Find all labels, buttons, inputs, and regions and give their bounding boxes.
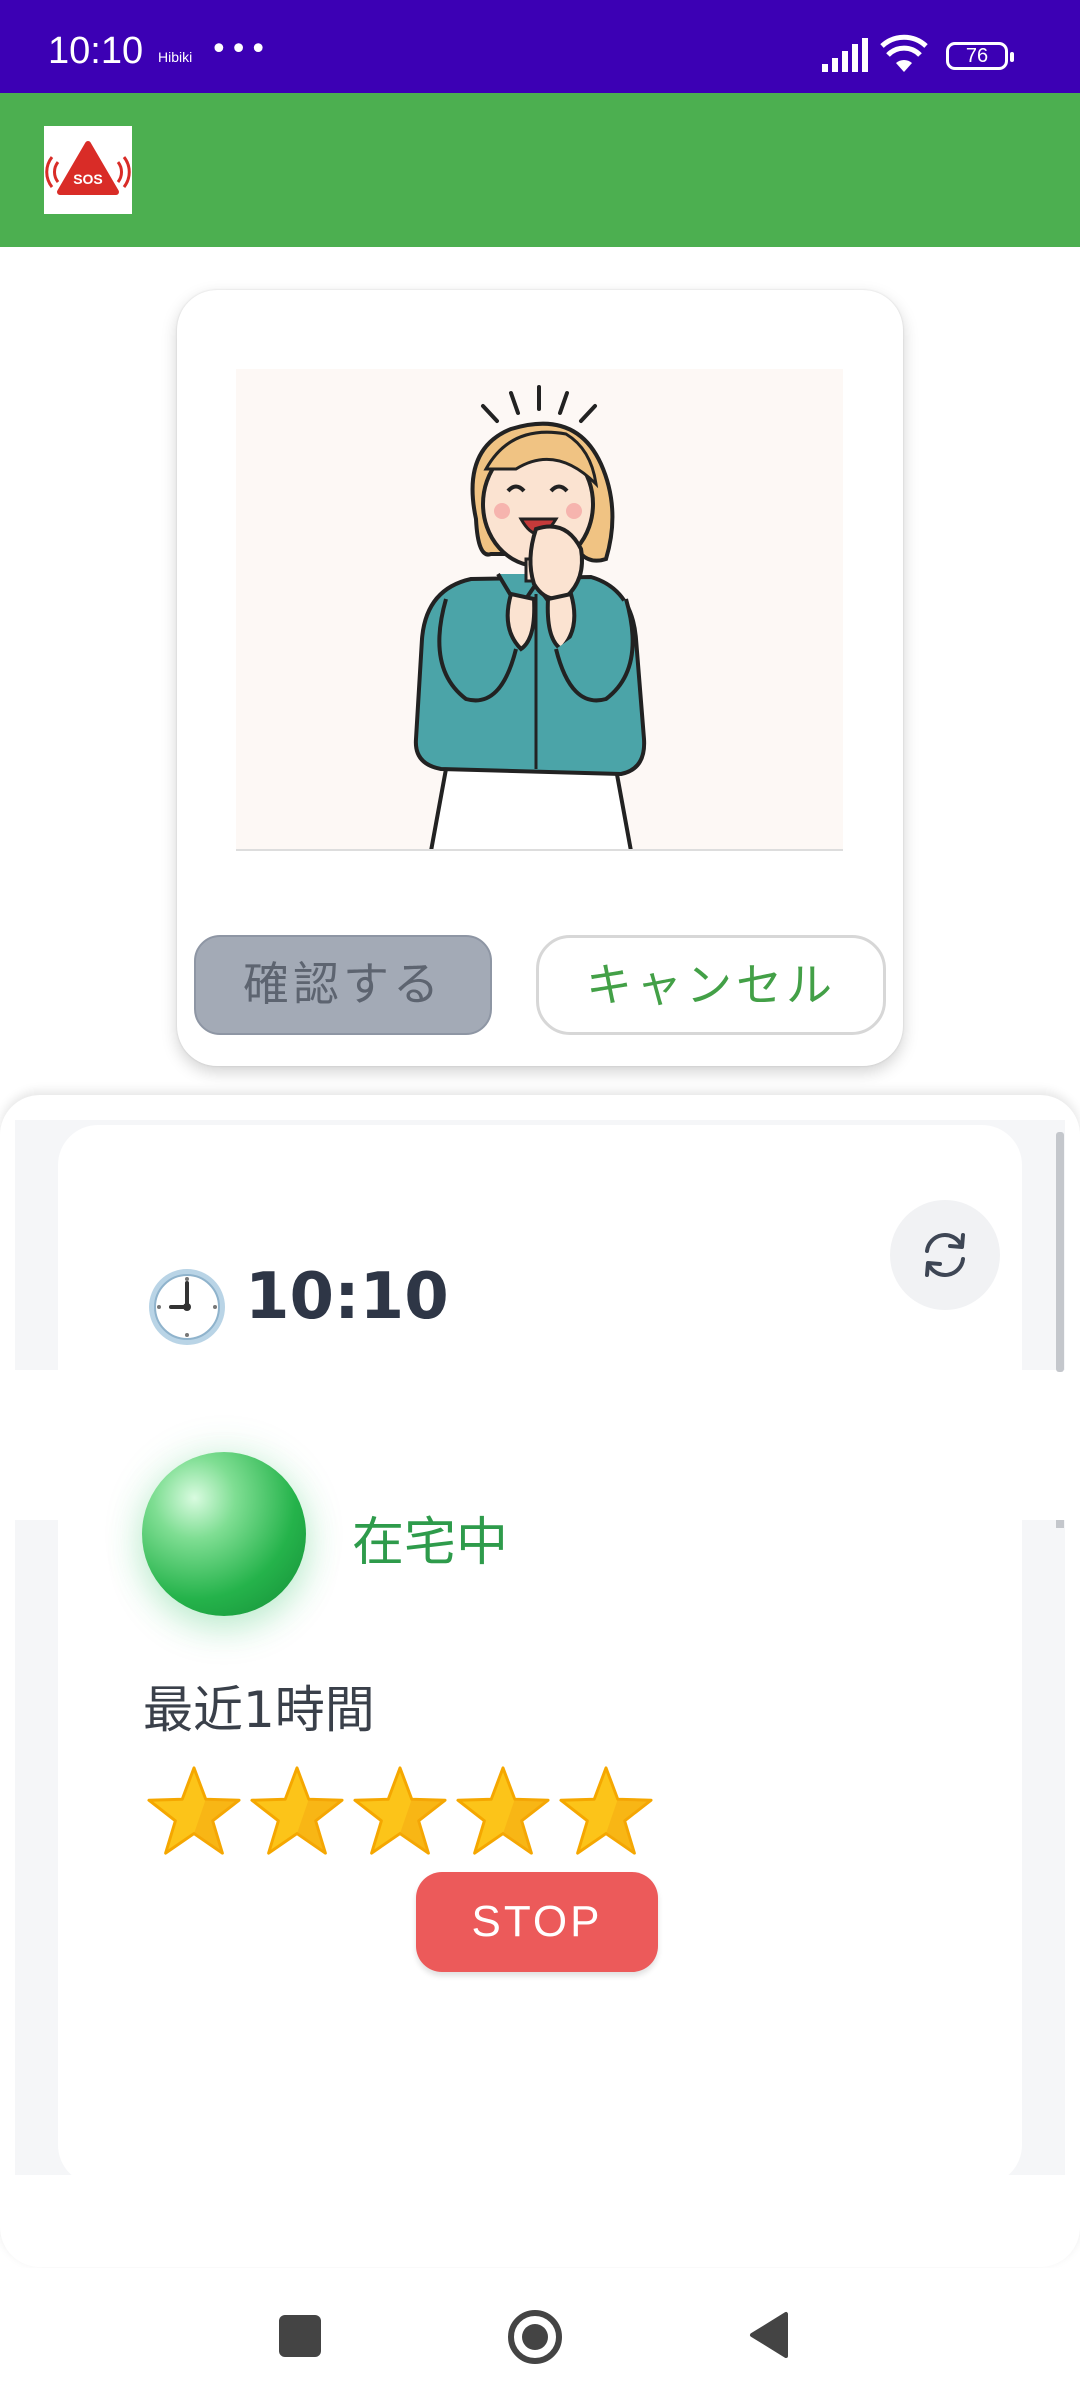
recent-hour-label: 最近1時間 bbox=[143, 1681, 375, 1739]
confirm-dialog: 確認する キャンセル bbox=[177, 290, 903, 1066]
scrollbar[interactable] bbox=[1056, 1520, 1064, 1528]
current-time: 10:10 bbox=[245, 1260, 449, 1334]
back-icon[interactable] bbox=[748, 2310, 790, 2360]
status-carrier: Hibiki bbox=[158, 49, 193, 65]
clock-icon bbox=[149, 1269, 225, 1345]
refresh-icon bbox=[925, 1233, 965, 1277]
sos-alert-icon: SOS bbox=[45, 141, 131, 195]
battery-icon: 76 bbox=[946, 42, 1014, 70]
system-nav-bar bbox=[0, 2268, 1080, 2400]
wifi-icon bbox=[880, 34, 928, 72]
status-indicator-orb bbox=[142, 1452, 306, 1616]
app-logo[interactable]: SOS bbox=[44, 126, 132, 214]
refresh-button[interactable] bbox=[890, 1200, 1000, 1310]
logo-text: SOS bbox=[73, 171, 103, 187]
star-icon bbox=[559, 1766, 653, 1855]
status-bar: 10:10 Hibiki ••• 76 bbox=[0, 0, 1080, 93]
home-icon[interactable] bbox=[507, 2309, 563, 2365]
stop-button[interactable]: STOP bbox=[416, 1872, 658, 1972]
cancel-button[interactable]: キャンセル bbox=[536, 935, 886, 1035]
scrollbar[interactable] bbox=[1056, 1132, 1064, 1372]
confirm-button[interactable]: 確認する bbox=[194, 935, 492, 1035]
star-icon bbox=[250, 1766, 344, 1855]
app-bar: SOS bbox=[0, 93, 1080, 247]
star-icon bbox=[456, 1766, 550, 1855]
star-rating bbox=[145, 1762, 660, 1864]
star-icon bbox=[353, 1766, 447, 1855]
happy-woman-illustration bbox=[236, 369, 843, 851]
status-time: 10:10 bbox=[48, 30, 144, 72]
star-icon bbox=[147, 1766, 241, 1855]
signal-icon bbox=[822, 38, 868, 72]
status-more-icon: ••• bbox=[210, 32, 270, 67]
presence-status: 在宅中 bbox=[352, 1513, 509, 1573]
recents-icon[interactable] bbox=[279, 2315, 321, 2357]
